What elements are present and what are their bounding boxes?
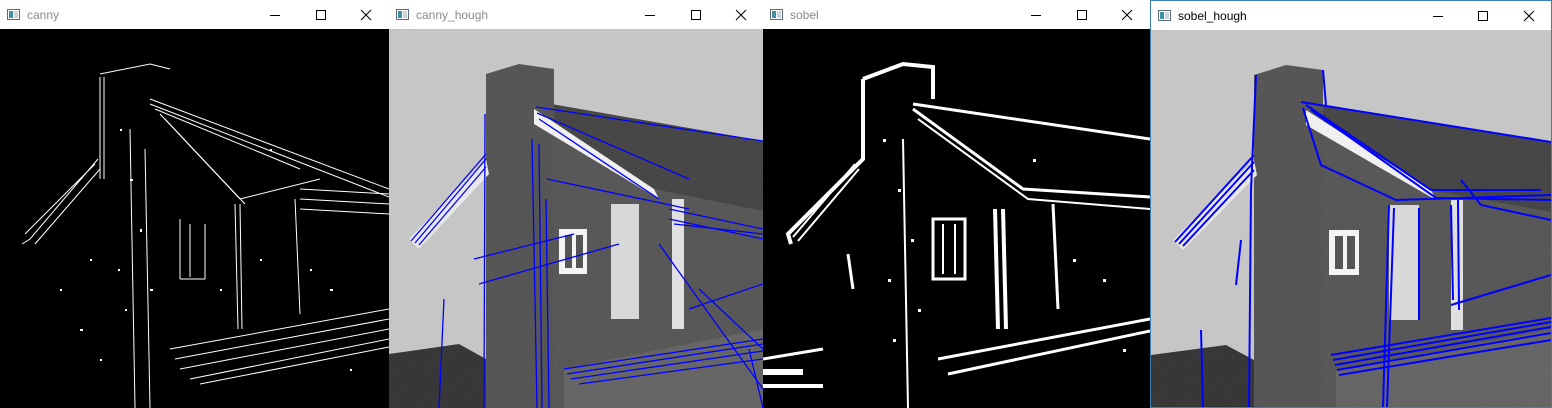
close-icon	[735, 9, 747, 20]
close-icon	[1523, 10, 1535, 21]
minimize-button[interactable]	[1415, 1, 1461, 30]
window-title: sobel_hough	[1178, 8, 1247, 23]
sobel-hough-window: sobel_hough	[1150, 0, 1552, 408]
maximize-button[interactable]	[1059, 0, 1105, 29]
close-icon	[1121, 9, 1133, 20]
canny-edge-image	[0, 29, 389, 408]
close-button[interactable]	[343, 0, 389, 29]
maximize-icon	[316, 9, 326, 20]
maximize-icon	[691, 9, 701, 20]
close-button[interactable]	[1104, 0, 1150, 29]
maximize-icon	[1478, 10, 1488, 21]
canny-hough-image	[389, 29, 763, 408]
close-button[interactable]	[1506, 1, 1552, 30]
opencv-window-icon	[770, 9, 783, 20]
opencv-window-icon	[7, 9, 20, 20]
close-button[interactable]	[718, 0, 764, 29]
minimize-icon	[1031, 14, 1041, 16]
maximize-button[interactable]	[673, 0, 719, 29]
minimize-icon	[270, 14, 280, 16]
close-icon	[360, 9, 372, 20]
canny-hough-window: canny_hough	[389, 0, 763, 408]
opencv-window-icon	[1158, 10, 1171, 21]
minimize-icon	[645, 14, 655, 16]
window-title: canny_hough	[416, 7, 489, 22]
opencv-window-icon	[396, 9, 409, 20]
canny-window: canny	[0, 0, 389, 408]
maximize-icon	[1077, 9, 1087, 20]
window-title: sobel	[790, 7, 819, 22]
sobel-window: sobel	[763, 0, 1150, 408]
maximize-button[interactable]	[1460, 1, 1506, 30]
maximize-button[interactable]	[298, 0, 344, 29]
minimize-button[interactable]	[1013, 0, 1059, 29]
minimize-button[interactable]	[627, 0, 673, 29]
window-title: canny	[27, 7, 60, 22]
minimize-icon	[1433, 15, 1443, 17]
sobel-edge-image	[763, 29, 1150, 408]
minimize-button[interactable]	[252, 0, 298, 29]
sobel-hough-image	[1151, 30, 1551, 407]
